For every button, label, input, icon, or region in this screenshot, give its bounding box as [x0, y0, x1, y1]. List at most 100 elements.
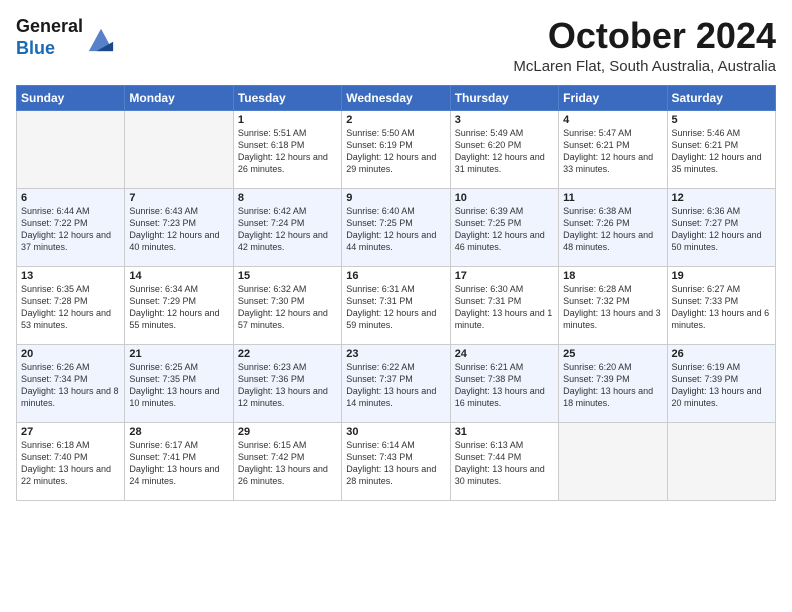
calendar-day [125, 110, 233, 188]
day-number: 6 [21, 192, 120, 204]
day-info: Sunrise: 6:23 AMSunset: 7:36 PMDaylight:… [238, 361, 337, 410]
header: General Blue October 2024 McLaren Flat, … [16, 16, 776, 75]
day-info: Sunrise: 6:27 AMSunset: 7:33 PMDaylight:… [672, 283, 771, 332]
calendar-day: 10Sunrise: 6:39 AMSunset: 7:25 PMDayligh… [450, 188, 558, 266]
day-info: Sunrise: 6:15 AMSunset: 7:42 PMDaylight:… [238, 439, 337, 488]
calendar-day: 16Sunrise: 6:31 AMSunset: 7:31 PMDayligh… [342, 266, 450, 344]
day-number: 24 [455, 348, 554, 360]
subtitle: McLaren Flat, South Australia, Australia [513, 58, 776, 75]
calendar-week-4: 20Sunrise: 6:26 AMSunset: 7:34 PMDayligh… [17, 344, 776, 422]
calendar-day: 13Sunrise: 6:35 AMSunset: 7:28 PMDayligh… [17, 266, 125, 344]
calendar-day: 8Sunrise: 6:42 AMSunset: 7:24 PMDaylight… [233, 188, 341, 266]
day-info: Sunrise: 6:26 AMSunset: 7:34 PMDaylight:… [21, 361, 120, 410]
day-number: 11 [563, 192, 662, 204]
day-number: 5 [672, 114, 771, 126]
calendar-week-3: 13Sunrise: 6:35 AMSunset: 7:28 PMDayligh… [17, 266, 776, 344]
day-number: 27 [21, 426, 120, 438]
day-info: Sunrise: 6:18 AMSunset: 7:40 PMDaylight:… [21, 439, 120, 488]
day-info: Sunrise: 6:35 AMSunset: 7:28 PMDaylight:… [21, 283, 120, 332]
day-number: 23 [346, 348, 445, 360]
day-info: Sunrise: 6:36 AMSunset: 7:27 PMDaylight:… [672, 205, 771, 254]
day-number: 28 [129, 426, 228, 438]
calendar-header-saturday: Saturday [667, 85, 775, 110]
day-number: 18 [563, 270, 662, 282]
month-title: October 2024 [513, 16, 776, 56]
calendar-day: 1Sunrise: 5:51 AMSunset: 6:18 PMDaylight… [233, 110, 341, 188]
day-info: Sunrise: 6:28 AMSunset: 7:32 PMDaylight:… [563, 283, 662, 332]
day-number: 3 [455, 114, 554, 126]
day-info: Sunrise: 6:17 AMSunset: 7:41 PMDaylight:… [129, 439, 228, 488]
day-number: 29 [238, 426, 337, 438]
day-info: Sunrise: 6:31 AMSunset: 7:31 PMDaylight:… [346, 283, 445, 332]
calendar-day: 9Sunrise: 6:40 AMSunset: 7:25 PMDaylight… [342, 188, 450, 266]
day-info: Sunrise: 6:39 AMSunset: 7:25 PMDaylight:… [455, 205, 554, 254]
calendar-day: 5Sunrise: 5:46 AMSunset: 6:21 PMDaylight… [667, 110, 775, 188]
day-info: Sunrise: 6:43 AMSunset: 7:23 PMDaylight:… [129, 205, 228, 254]
day-info: Sunrise: 6:38 AMSunset: 7:26 PMDaylight:… [563, 205, 662, 254]
day-number: 20 [21, 348, 120, 360]
day-info: Sunrise: 6:14 AMSunset: 7:43 PMDaylight:… [346, 439, 445, 488]
day-number: 2 [346, 114, 445, 126]
day-number: 9 [346, 192, 445, 204]
day-number: 13 [21, 270, 120, 282]
day-info: Sunrise: 6:32 AMSunset: 7:30 PMDaylight:… [238, 283, 337, 332]
calendar-day: 11Sunrise: 6:38 AMSunset: 7:26 PMDayligh… [559, 188, 667, 266]
day-info: Sunrise: 6:22 AMSunset: 7:37 PMDaylight:… [346, 361, 445, 410]
calendar-day [17, 110, 125, 188]
calendar-day: 12Sunrise: 6:36 AMSunset: 7:27 PMDayligh… [667, 188, 775, 266]
day-number: 30 [346, 426, 445, 438]
day-info: Sunrise: 5:51 AMSunset: 6:18 PMDaylight:… [238, 127, 337, 176]
page: General Blue October 2024 McLaren Flat, … [0, 0, 792, 612]
calendar-day: 30Sunrise: 6:14 AMSunset: 7:43 PMDayligh… [342, 422, 450, 500]
calendar-day: 31Sunrise: 6:13 AMSunset: 7:44 PMDayligh… [450, 422, 558, 500]
calendar-day: 14Sunrise: 6:34 AMSunset: 7:29 PMDayligh… [125, 266, 233, 344]
day-number: 12 [672, 192, 771, 204]
calendar-day: 26Sunrise: 6:19 AMSunset: 7:39 PMDayligh… [667, 344, 775, 422]
calendar-day: 3Sunrise: 5:49 AMSunset: 6:20 PMDaylight… [450, 110, 558, 188]
day-info: Sunrise: 5:46 AMSunset: 6:21 PMDaylight:… [672, 127, 771, 176]
calendar-day: 22Sunrise: 6:23 AMSunset: 7:36 PMDayligh… [233, 344, 341, 422]
day-number: 1 [238, 114, 337, 126]
calendar-week-1: 1Sunrise: 5:51 AMSunset: 6:18 PMDaylight… [17, 110, 776, 188]
calendar-day [559, 422, 667, 500]
calendar-week-2: 6Sunrise: 6:44 AMSunset: 7:22 PMDaylight… [17, 188, 776, 266]
day-number: 8 [238, 192, 337, 204]
day-info: Sunrise: 5:49 AMSunset: 6:20 PMDaylight:… [455, 127, 554, 176]
calendar-header-monday: Monday [125, 85, 233, 110]
day-info: Sunrise: 6:20 AMSunset: 7:39 PMDaylight:… [563, 361, 662, 410]
calendar-day: 29Sunrise: 6:15 AMSunset: 7:42 PMDayligh… [233, 422, 341, 500]
calendar: SundayMondayTuesdayWednesdayThursdayFrid… [16, 85, 776, 501]
calendar-day: 24Sunrise: 6:21 AMSunset: 7:38 PMDayligh… [450, 344, 558, 422]
calendar-day: 2Sunrise: 5:50 AMSunset: 6:19 PMDaylight… [342, 110, 450, 188]
day-info: Sunrise: 5:50 AMSunset: 6:19 PMDaylight:… [346, 127, 445, 176]
calendar-day: 7Sunrise: 6:43 AMSunset: 7:23 PMDaylight… [125, 188, 233, 266]
calendar-header-friday: Friday [559, 85, 667, 110]
calendar-day: 28Sunrise: 6:17 AMSunset: 7:41 PMDayligh… [125, 422, 233, 500]
day-info: Sunrise: 6:40 AMSunset: 7:25 PMDaylight:… [346, 205, 445, 254]
calendar-day: 4Sunrise: 5:47 AMSunset: 6:21 PMDaylight… [559, 110, 667, 188]
day-info: Sunrise: 6:30 AMSunset: 7:31 PMDaylight:… [455, 283, 554, 332]
logo-icon [87, 25, 115, 53]
title-area: October 2024 McLaren Flat, South Austral… [513, 16, 776, 75]
day-number: 17 [455, 270, 554, 282]
day-number: 21 [129, 348, 228, 360]
day-number: 15 [238, 270, 337, 282]
calendar-day: 27Sunrise: 6:18 AMSunset: 7:40 PMDayligh… [17, 422, 125, 500]
day-info: Sunrise: 6:19 AMSunset: 7:39 PMDaylight:… [672, 361, 771, 410]
calendar-day [667, 422, 775, 500]
calendar-header-row: SundayMondayTuesdayWednesdayThursdayFrid… [17, 85, 776, 110]
logo: General Blue [16, 16, 115, 59]
day-info: Sunrise: 6:25 AMSunset: 7:35 PMDaylight:… [129, 361, 228, 410]
day-info: Sunrise: 6:13 AMSunset: 7:44 PMDaylight:… [455, 439, 554, 488]
day-number: 26 [672, 348, 771, 360]
day-number: 4 [563, 114, 662, 126]
day-number: 22 [238, 348, 337, 360]
day-info: Sunrise: 5:47 AMSunset: 6:21 PMDaylight:… [563, 127, 662, 176]
calendar-day: 25Sunrise: 6:20 AMSunset: 7:39 PMDayligh… [559, 344, 667, 422]
calendar-week-5: 27Sunrise: 6:18 AMSunset: 7:40 PMDayligh… [17, 422, 776, 500]
calendar-day: 20Sunrise: 6:26 AMSunset: 7:34 PMDayligh… [17, 344, 125, 422]
day-info: Sunrise: 6:44 AMSunset: 7:22 PMDaylight:… [21, 205, 120, 254]
calendar-day: 19Sunrise: 6:27 AMSunset: 7:33 PMDayligh… [667, 266, 775, 344]
logo-text: General Blue [16, 16, 83, 59]
day-number: 7 [129, 192, 228, 204]
